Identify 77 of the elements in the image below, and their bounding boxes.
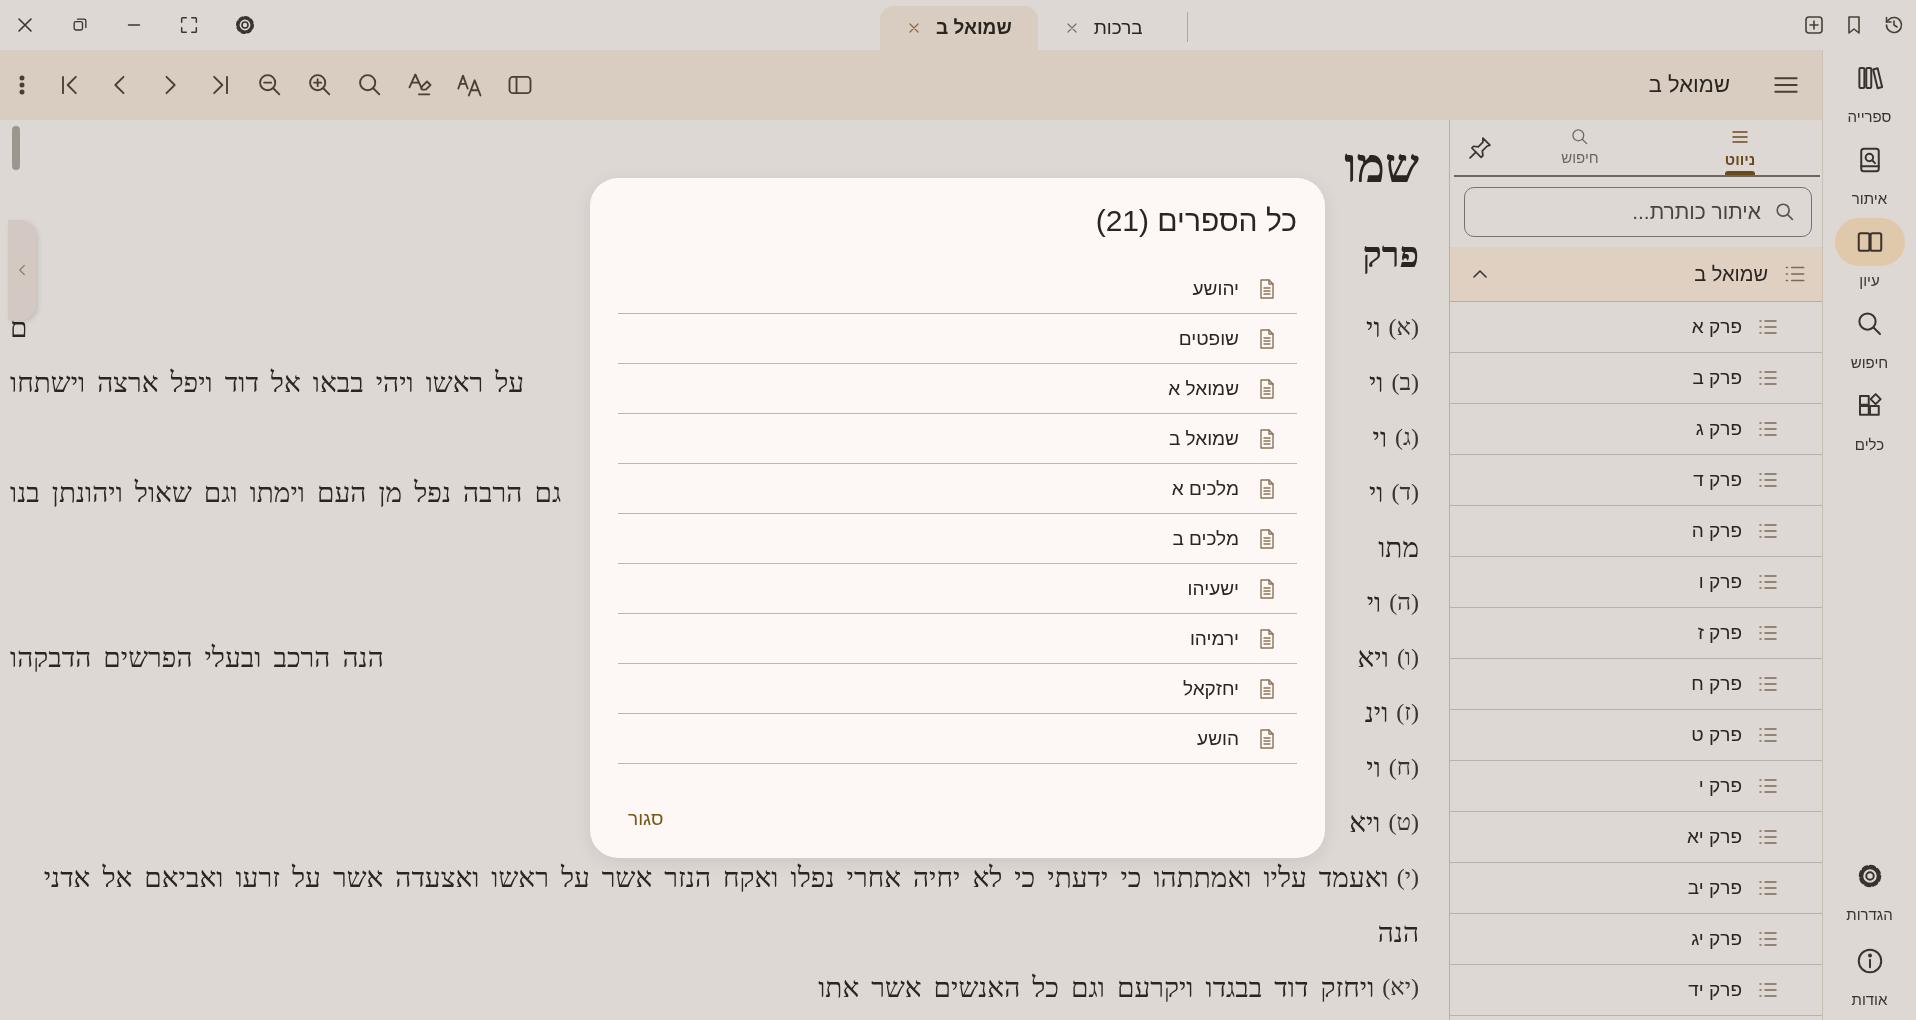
tree-item[interactable]: פרק ו — [1450, 557, 1822, 608]
panel-tab[interactable]: ניווט — [1660, 120, 1820, 173]
book-list-item[interactable]: מלכים ב — [618, 514, 1297, 564]
tree-item[interactable]: פרק יד — [1450, 965, 1822, 1016]
dialog-title: כל הספרים (21) — [1094, 204, 1297, 239]
verse-text: ואעמד עליו ואמתתהו כי ידעתי כי לא יחיה אחרי נפלו ואקח הנזר אשר על ראשו ואצעדה אשר על זרעו ואביאם אל אדני — [43, 861, 1389, 894]
tree-item[interactable]: פרק יג — [1450, 914, 1822, 965]
verse-text: וי — [1368, 476, 1384, 509]
book-list-item[interactable]: יחזקאל — [618, 664, 1297, 714]
book-title: שמואל ב — [1648, 72, 1730, 98]
verse-number: (ט) — [1388, 809, 1419, 836]
tree-label: שמואל ב — [1694, 262, 1768, 286]
verse-text: וי — [1366, 311, 1381, 344]
chapter-heading: פרק — [1362, 234, 1419, 276]
verse-text: הנה הרכב ובעלי הפרשים הדבקהו — [10, 641, 384, 674]
tree-item[interactable]: פרק א — [1450, 302, 1822, 353]
book-list-item[interactable]: שמואל א — [618, 364, 1297, 414]
verse-number: (א) — [1388, 314, 1419, 341]
tree-item[interactable]: פרק ג — [1450, 404, 1822, 455]
document-tab[interactable]: שמואל ב — [880, 6, 1038, 50]
book-list-item[interactable]: שמואל ב — [618, 414, 1297, 464]
verse-text: ם — [10, 311, 28, 344]
tree-item[interactable]: פרק ז — [1450, 608, 1822, 659]
book-list-item[interactable]: מלכים א — [618, 464, 1297, 514]
verse-text: ויחזק דוד בבגדו ויקרעם וגם כל האנשים אשר אתו — [818, 971, 1375, 1004]
search-icon — [1570, 127, 1590, 147]
verse-number: (ז) — [1396, 699, 1419, 726]
verse-text: הנה — [1377, 916, 1419, 949]
sidebar-nav-button[interactable]: אודות — [1834, 933, 1905, 1012]
book-list-item[interactable]: יהושע — [618, 264, 1297, 314]
verse-number: (ה) — [1389, 589, 1419, 616]
verse-text: מתו — [1378, 531, 1419, 564]
document-title: שמו — [1344, 137, 1419, 193]
verse-text: וי — [1366, 586, 1382, 619]
tree-item[interactable]: פרק ד — [1450, 455, 1822, 506]
sidebar-nav-button[interactable]: כלים — [1834, 378, 1905, 457]
verse-text: על ראשו ויהי בבאו אל דוד ויפל ארצה וישתחו — [10, 366, 525, 399]
panel-tab[interactable]: חיפוש — [1500, 120, 1660, 173]
verse-text: וי — [1372, 421, 1388, 454]
verse-number: (ב) — [1391, 369, 1419, 396]
close-button[interactable]: סגור — [618, 800, 674, 838]
sidebar-nav-button[interactable]: ספרייה — [1834, 50, 1905, 129]
document-tab[interactable]: ברכות — [1037, 6, 1169, 50]
tree-item[interactable]: פרק י — [1450, 761, 1822, 812]
verse-text: ויא — [1357, 641, 1389, 674]
book-list-item[interactable]: ירמיהו — [618, 614, 1297, 664]
drawer-handle[interactable] — [8, 220, 36, 320]
verse-text: וי — [1366, 751, 1381, 784]
verse-number: (ג) — [1395, 424, 1419, 451]
verse-text: גם הרבה נפל מן העם וימתו וגם שאול ויהונתן בנו — [10, 476, 562, 509]
tree-item[interactable]: פרק יב — [1450, 863, 1822, 914]
tree-item[interactable]: פרק ב — [1450, 353, 1822, 404]
sidebar-nav-button[interactable]: חיפוש — [1834, 296, 1905, 375]
book-list-item[interactable]: ישעיהו — [618, 564, 1297, 614]
fullscreen-icon[interactable] — [178, 14, 200, 36]
search-icon — [1774, 201, 1796, 223]
tree-item[interactable]: פרק ח — [1450, 659, 1822, 710]
verse-number: (ו) — [1396, 644, 1419, 671]
add-tab-icon[interactable] — [1802, 13, 1826, 37]
verse-number: (יא) — [1382, 974, 1419, 1001]
search-field[interactable]: איתור כותרת... — [1464, 187, 1812, 237]
scrollbar-thumb[interactable] — [12, 126, 20, 170]
settings-icon[interactable] — [233, 13, 257, 37]
book-list-item[interactable]: הושע — [618, 714, 1297, 764]
sidebar-nav-button[interactable]: הגדרות — [1834, 848, 1905, 927]
verse-number: (ח) — [1388, 754, 1419, 781]
sidebar-nav-button[interactable]: איתור — [1834, 132, 1905, 211]
verse-number: (י) — [1396, 864, 1419, 891]
verse-text: וי — [1368, 366, 1384, 399]
tree-item[interactable]: פרק ה — [1450, 506, 1822, 557]
verse-text: וינ — [1364, 696, 1389, 729]
tree-root-item[interactable]: שמואל ב — [1450, 247, 1822, 302]
book-list-item[interactable]: שופטים — [618, 314, 1297, 364]
verse-number: (ד) — [1391, 479, 1419, 506]
tree-item[interactable]: פרק ט — [1450, 710, 1822, 761]
tree-item[interactable]: פרק יא — [1450, 812, 1822, 863]
verse-text: ויא — [1349, 806, 1381, 839]
